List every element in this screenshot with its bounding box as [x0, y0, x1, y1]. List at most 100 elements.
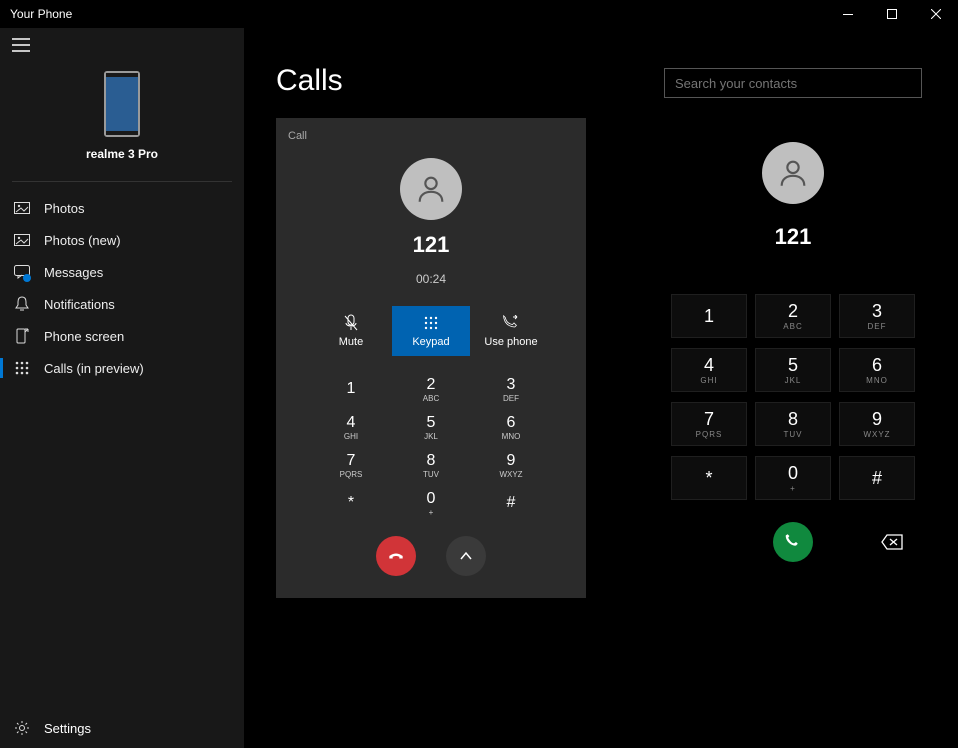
key-sub: MNO	[502, 433, 521, 441]
key-digit: 1	[347, 380, 356, 398]
settings-button[interactable]: Settings	[0, 708, 244, 748]
key-sub: PQRS	[340, 471, 363, 479]
backspace-button[interactable]	[880, 530, 904, 554]
key-sub: +	[790, 484, 796, 493]
keypad-key-1[interactable]: 1	[311, 370, 391, 408]
dialer-panel: 121 12ABC3DEF4GHI5JKL6MNO7PQRS8TUV9WXYZ*…	[628, 28, 958, 748]
keypad-key-3[interactable]: 3DEF	[471, 370, 551, 408]
dial-button[interactable]	[773, 522, 813, 562]
search-contacts-input[interactable]	[664, 68, 922, 98]
keypad-key-8[interactable]: 8TUV	[391, 446, 471, 484]
notification-badge	[23, 274, 31, 282]
key-digit: #	[872, 469, 882, 487]
key-digit: 0	[427, 490, 436, 508]
sidebar-item-label: Calls (in preview)	[44, 361, 144, 376]
image-icon	[14, 232, 30, 248]
keypad-label: Keypad	[412, 336, 449, 348]
key-digit: 6	[507, 414, 516, 432]
key-sub: DEF	[503, 395, 519, 403]
keypad-key-*[interactable]: *	[671, 456, 747, 500]
key-digit: 5	[788, 356, 798, 374]
keypad-key-6[interactable]: 6MNO	[839, 348, 915, 392]
key-sub: WXYZ	[499, 471, 522, 479]
key-sub: DEF	[868, 322, 887, 331]
key-digit: 8	[427, 452, 436, 470]
mute-button[interactable]: Mute	[312, 306, 390, 356]
key-digit: 2	[427, 376, 436, 394]
sidebar-item-label: Photos	[44, 201, 84, 216]
keypad-key-*[interactable]: *	[311, 484, 391, 522]
keypad-key-4[interactable]: 4GHI	[311, 408, 391, 446]
key-digit: 7	[347, 452, 356, 470]
key-sub: ABC	[783, 322, 802, 331]
keypad-key-#[interactable]: #	[839, 456, 915, 500]
window-title: Your Phone	[10, 7, 72, 21]
sidebar: realme 3 Pro Photos Photos (new) Message…	[0, 28, 244, 748]
sidebar-item-calls[interactable]: Calls (in preview)	[0, 352, 244, 384]
keypad-key-3[interactable]: 3DEF	[839, 294, 915, 338]
key-digit: 9	[507, 452, 516, 470]
minimize-button[interactable]	[826, 0, 870, 28]
keypad-key-0[interactable]: 0+	[755, 456, 831, 500]
key-sub: PQRS	[696, 430, 723, 439]
keypad-key-6[interactable]: 6MNO	[471, 408, 551, 446]
call-number: 121	[276, 232, 586, 258]
sidebar-item-label: Notifications	[44, 297, 115, 312]
keypad-key-8[interactable]: 8TUV	[755, 402, 831, 446]
keypad-key-#[interactable]: #	[471, 484, 551, 522]
keypad-button[interactable]: Keypad	[392, 306, 470, 356]
key-sub: MNO	[866, 376, 888, 385]
keypad-key-1[interactable]: 1	[671, 294, 747, 338]
key-sub: ABC	[423, 395, 439, 403]
hangup-button[interactable]	[376, 536, 416, 576]
keypad-icon	[424, 314, 438, 332]
keypad-key-5[interactable]: 5 JKL	[755, 348, 831, 392]
key-digit: *	[705, 469, 712, 487]
key-digit: *	[348, 494, 354, 512]
key-digit: 0	[788, 464, 798, 482]
key-digit: 4	[704, 356, 714, 374]
sidebar-item-photos-new[interactable]: Photos (new)	[0, 224, 244, 256]
settings-label: Settings	[44, 721, 91, 736]
dialpad-icon	[14, 360, 30, 376]
sidebar-item-label: Phone screen	[44, 329, 124, 344]
maximize-button[interactable]	[870, 0, 914, 28]
collapse-button[interactable]	[446, 536, 486, 576]
image-icon	[14, 200, 30, 216]
use-phone-button[interactable]: Use phone	[472, 306, 550, 356]
sidebar-item-notifications[interactable]: Notifications	[0, 288, 244, 320]
active-call-panel: Call 121 00:24 Mute Keypad Use phone	[276, 118, 586, 598]
phone-screen-icon	[14, 328, 30, 344]
sidebar-item-label: Messages	[44, 265, 103, 280]
sidebar-item-messages[interactable]: Messages	[0, 256, 244, 288]
hamburger-button[interactable]	[0, 28, 244, 67]
sidebar-item-phone-screen[interactable]: Phone screen	[0, 320, 244, 352]
keypad-key-2[interactable]: 2ABC	[391, 370, 471, 408]
phone-transfer-icon	[502, 314, 520, 332]
search-input[interactable]	[675, 76, 911, 91]
keypad-key-5[interactable]: 5JKL	[391, 408, 471, 446]
keypad-key-2[interactable]: 2ABC	[755, 294, 831, 338]
key-digit: 4	[347, 414, 356, 432]
keypad-key-9[interactable]: 9WXYZ	[471, 446, 551, 484]
key-digit: 1	[704, 307, 714, 325]
close-button[interactable]	[914, 0, 958, 28]
divider	[12, 181, 232, 182]
key-sub: JKL	[785, 376, 802, 385]
gear-icon	[14, 720, 30, 736]
device-name: realme 3 Pro	[0, 147, 244, 161]
key-digit: 5	[427, 414, 436, 432]
sidebar-item-label: Photos (new)	[44, 233, 121, 248]
keypad-key-7[interactable]: 7PQRS	[311, 446, 391, 484]
sidebar-item-photos[interactable]: Photos	[0, 192, 244, 224]
keypad-key-9[interactable]: 9WXYZ	[839, 402, 915, 446]
key-digit: #	[507, 494, 516, 512]
key-digit: 9	[872, 410, 882, 428]
keypad-key-0[interactable]: 0+	[391, 484, 471, 522]
call-avatar	[400, 158, 462, 220]
dialer-avatar	[762, 142, 824, 204]
use-phone-label: Use phone	[484, 336, 537, 348]
keypad-key-4[interactable]: 4 GHI	[671, 348, 747, 392]
keypad-key-7[interactable]: 7PQRS	[671, 402, 747, 446]
key-sub: GHI	[700, 376, 717, 385]
